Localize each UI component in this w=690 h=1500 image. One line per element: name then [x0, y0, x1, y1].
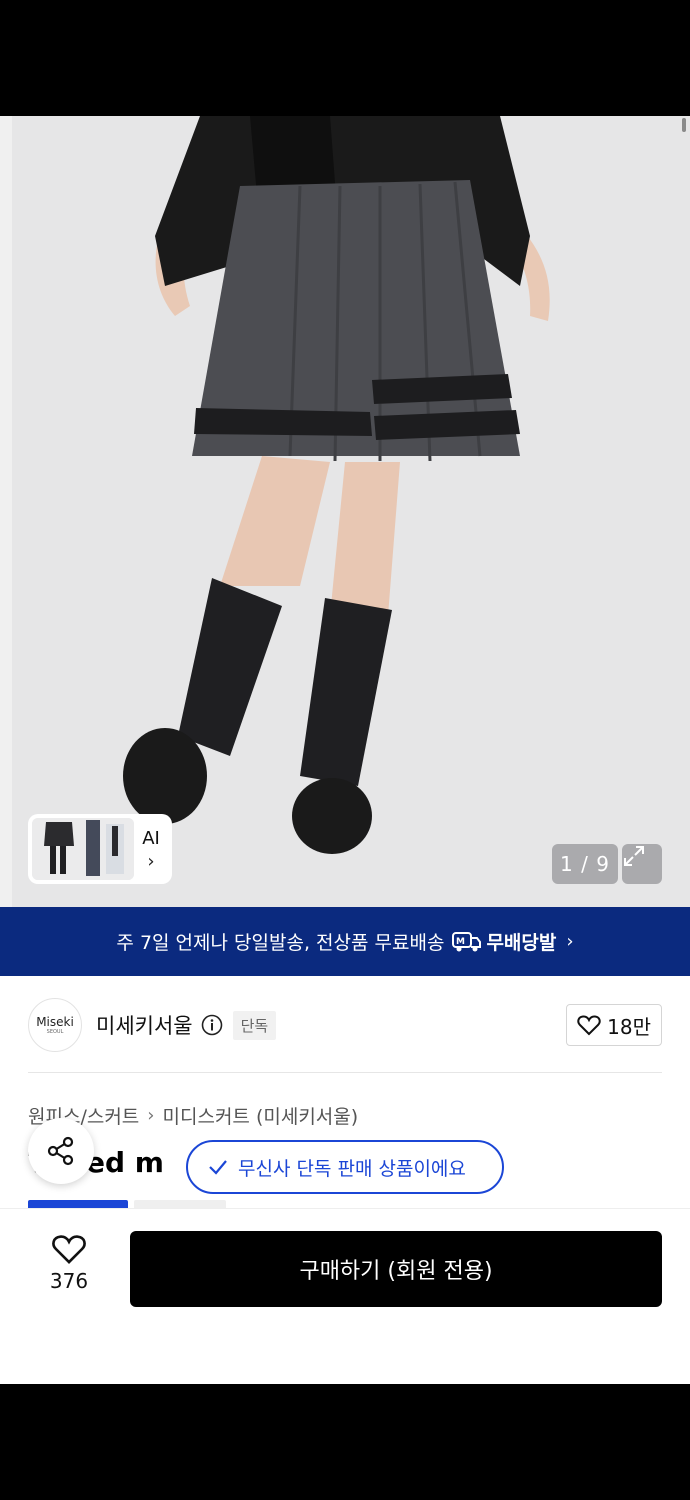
divider [28, 1072, 662, 1073]
banner-logo-text: 무배당발 [486, 932, 557, 954]
heart-icon [577, 1015, 601, 1036]
breadcrumb-item[interactable]: 미디스커트 (미세키서울) [163, 1102, 359, 1129]
scrollbar[interactable] [682, 118, 686, 132]
banner-text: 주 7일 언제나 당일발송, 전상품 무료배송 [116, 932, 445, 954]
chevron-right-icon: › [147, 1105, 155, 1126]
share-icon [47, 1136, 74, 1166]
toast-text: 무신사 단독 판매 상품이에요 [238, 1157, 466, 1180]
expand-button[interactable] [622, 844, 662, 884]
image-counter: 1 / 9 [552, 844, 618, 884]
share-button[interactable] [28, 1118, 94, 1184]
brand-logo-subtext: SEOUL [46, 1029, 64, 1035]
status-bar-area [0, 0, 690, 116]
delivery-truck-icon: M [452, 931, 482, 951]
exclusive-badge: 단독 [232, 1010, 277, 1040]
wishlist-button[interactable]: 376 [34, 1233, 104, 1293]
navigation-bar-area [0, 1384, 690, 1500]
wishlist-count: 376 [49, 1269, 89, 1293]
product-photo [0, 116, 690, 907]
bottom-action-bar: 376 구매하기 (회원 전용) [0, 1208, 690, 1384]
brand-like-button[interactable]: 18만 [566, 1004, 662, 1046]
thumbnail-strip [32, 818, 134, 880]
exclusive-toast: 무신사 단독 판매 상품이에요 [186, 1140, 504, 1194]
buy-button[interactable]: 구매하기 (회원 전용) [130, 1231, 662, 1307]
brand-logo[interactable]: Miseki SEOUL [28, 998, 82, 1052]
heart-icon [52, 1235, 86, 1264]
info-icon[interactable] [201, 1014, 223, 1036]
chevron-right-icon: › [147, 850, 155, 872]
product-image[interactable]: AI › 1 / 9 [0, 116, 690, 907]
ai-recommend-card[interactable]: AI › [28, 814, 172, 884]
ai-link[interactable]: AI › [134, 828, 168, 871]
promo-banner[interactable]: 주 7일 언제나 당일발송, 전상품 무료배송 M 무배당발 › [0, 907, 690, 976]
svg-text:M: M [456, 937, 465, 947]
free-delivery-logo: M 무배당발 [452, 928, 556, 955]
ai-label: AI [142, 827, 160, 849]
brand-logo-text: Miseki [36, 1015, 74, 1029]
brand-like-count: 18만 [607, 1014, 651, 1039]
chevron-right-icon: › [566, 931, 574, 952]
brand-name[interactable]: 미세키서울 [96, 1010, 193, 1040]
check-icon [209, 1160, 227, 1175]
product-screen: AI › 1 / 9 주 7일 언제나 당일발송, 전상품 무료배송 M 무배당… [0, 116, 690, 1384]
expand-icon [624, 846, 644, 866]
brand-row: Miseki SEOUL 미세키서울 단독 18만 [28, 998, 662, 1052]
